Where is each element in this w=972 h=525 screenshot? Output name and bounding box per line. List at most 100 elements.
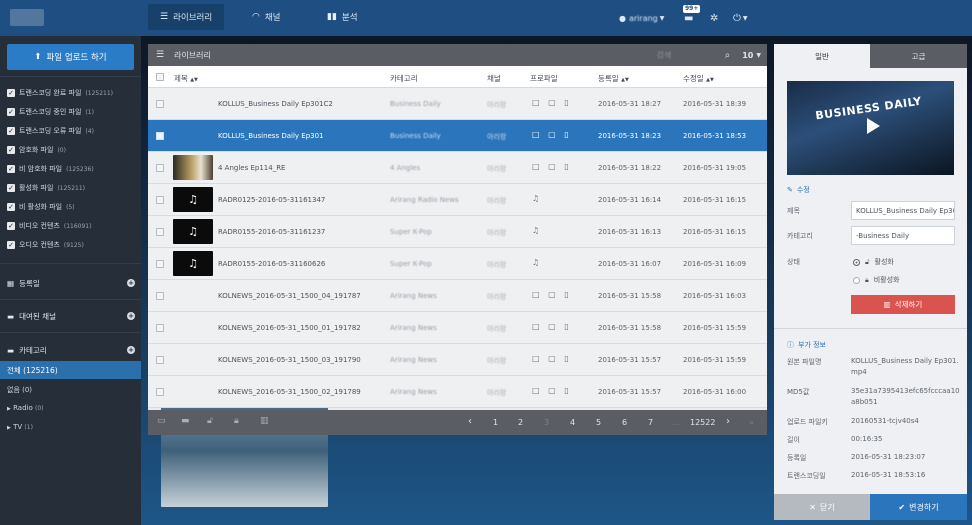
expand-icon[interactable]: +: [127, 279, 135, 287]
page-3[interactable]: 3: [544, 418, 549, 427]
upload-button[interactable]: ⬆ 파일 업로드 하기: [7, 44, 134, 70]
row-title[interactable]: RADR0125-2016-05-31161347: [218, 196, 325, 204]
inbox-icon[interactable]: ▭: [157, 416, 166, 426]
list-icon[interactable]: ☰: [156, 50, 164, 60]
row-title[interactable]: RADR0155-2016-05-31161237: [218, 228, 325, 236]
checkbox-checked[interactable]: ✓: [7, 203, 15, 211]
row-title[interactable]: KOLNEWS_2016-05-31_1500_03_191790: [218, 356, 361, 364]
table-row[interactable]: 4 Angles Ep114_RE 4 Angles 아리랑 □ ▢ ▯ 2016-05…: [148, 152, 767, 184]
radio-unselected[interactable]: [853, 276, 860, 284]
save-button[interactable]: ✔ 변경하기: [870, 494, 967, 520]
row-checkbox[interactable]: [156, 196, 164, 204]
trash-icon[interactable]: ▥: [260, 416, 269, 426]
checkbox-checked[interactable]: ✓: [7, 165, 15, 173]
delete-button[interactable]: ▥ 삭제하기: [851, 295, 955, 314]
category-all[interactable]: 전체 (125216): [0, 361, 141, 379]
section-registration[interactable]: ▦ 등록일 +: [7, 276, 135, 290]
filter-transcode-error[interactable]: ✓ 트랜스코딩 오류 파일 (4): [7, 125, 94, 137]
row-checkbox[interactable]: [156, 228, 164, 236]
category-tv[interactable]: ▶ TV (1): [7, 423, 33, 431]
row-title[interactable]: KOLNEWS_2016-05-31_1500_04_191787: [218, 292, 361, 300]
table-row[interactable]: KOLNEWS_2016-05-31_1500_02_191789 Arirang…: [148, 376, 767, 507]
checkbox-checked[interactable]: ✓: [7, 89, 15, 97]
filter-inactive[interactable]: ✓ 비 활성화 파일 (5): [7, 201, 75, 213]
status-active-radio[interactable]: 🔓︎ 활성화: [853, 257, 894, 267]
row-checkbox[interactable]: [156, 356, 164, 364]
brand-logo[interactable]: [10, 9, 44, 26]
caret-right-icon[interactable]: ▶: [7, 425, 11, 431]
row-checkbox[interactable]: [156, 132, 164, 140]
table-row[interactable]: KOLLUS_Business Daily Ep301C2 Business Da…: [148, 88, 767, 219]
page-size-select[interactable]: 10: [742, 51, 753, 60]
search-input[interactable]: 검색: [657, 50, 717, 61]
section-category[interactable]: ▬ 카테고리 +: [7, 343, 135, 357]
last-page-icon[interactable]: »: [749, 418, 754, 427]
checkbox-checked[interactable]: ✓: [7, 222, 15, 230]
prev-page-icon[interactable]: ‹: [468, 416, 472, 427]
status-inactive-radio[interactable]: 🔒︎ 비활성화: [853, 275, 900, 285]
title-field[interactable]: KOLLUS_Business Daily Ep301: [851, 201, 955, 220]
checkbox-checked[interactable]: ✓: [7, 146, 15, 154]
row-title[interactable]: KOLLUS_Business Daily Ep301C2: [218, 100, 333, 108]
tab-library[interactable]: ☰ 라이브러리: [148, 4, 225, 30]
col-modified[interactable]: 수정일 ▲▼: [683, 73, 714, 84]
lock-icon[interactable]: 🔒︎: [234, 416, 239, 426]
table-row[interactable]: ♫ RADR0125-2016-05-31161347 Arirang Radio …: [148, 184, 767, 216]
checkbox-checked[interactable]: ✓: [7, 184, 15, 192]
checkbox-checked[interactable]: ✓: [7, 108, 15, 116]
chevron-down-icon[interactable]: ▼: [756, 52, 761, 59]
table-row[interactable]: KOLLUS_Business Daily Ep301 Business Dail…: [148, 120, 767, 251]
page-5[interactable]: 5: [596, 418, 601, 427]
section-connected-channel[interactable]: ▬ 대여된 채널 +: [7, 309, 135, 323]
radio-selected[interactable]: [853, 258, 860, 266]
filter-active[interactable]: ✓ 활성화 파일 (125211): [7, 182, 85, 194]
row-title[interactable]: KOLNEWS_2016-05-31_1500_02_191789: [218, 388, 361, 396]
next-page-icon[interactable]: ›: [726, 416, 730, 427]
category-none[interactable]: 없음 (0): [7, 385, 32, 395]
table-row[interactable]: KOLNEWS_2016-05-31_1500_01_191782 Arirang…: [148, 312, 767, 443]
page-1[interactable]: 1: [493, 418, 498, 427]
row-checkbox[interactable]: [156, 100, 164, 108]
user-menu[interactable]: ● arirang ▼: [619, 0, 664, 36]
filter-transcoded[interactable]: ✓ 트랜스코딩 완료 파일 (125211): [7, 87, 113, 99]
filter-audio[interactable]: ✓ 오디오 컨텐츠 (9125): [7, 239, 84, 251]
row-title[interactable]: KOLNEWS_2016-05-31_1500_01_191782: [218, 324, 361, 332]
page-7[interactable]: 7: [648, 418, 653, 427]
settings-button[interactable]: ✲: [710, 0, 718, 36]
play-icon[interactable]: [867, 118, 880, 134]
filter-encrypted[interactable]: ✓ 암호화 파일 (0): [7, 144, 66, 156]
add-icon[interactable]: +: [127, 346, 135, 354]
row-checkbox[interactable]: [156, 164, 164, 172]
filter-transcoding[interactable]: ✓ 트랜스코딩 중인 파일 (1): [7, 106, 94, 118]
tab-advanced[interactable]: 고급: [870, 44, 967, 68]
page-4[interactable]: 4: [570, 418, 575, 427]
power-menu[interactable]: ⏻ ▼: [733, 0, 748, 36]
search-icon[interactable]: ⌕: [725, 50, 731, 61]
table-row[interactable]: KOLNEWS_2016-05-31_1500_03_191790 Arirang…: [148, 344, 767, 475]
table-row[interactable]: KOLNEWS_2016-05-31_1500_04_191787 Arirang…: [148, 280, 767, 411]
page-2[interactable]: 2: [518, 418, 523, 427]
caret-right-icon[interactable]: ▶: [7, 406, 11, 412]
category-field[interactable]: -Business Daily: [851, 226, 955, 245]
row-title[interactable]: KOLLUS_Business Daily Ep301: [218, 132, 324, 140]
tab-general[interactable]: 일반: [774, 44, 870, 68]
folder-icon[interactable]: ▬: [181, 416, 190, 426]
filter-unencrypted[interactable]: ✓ 비 암호화 파일 (125236): [7, 163, 94, 175]
close-button[interactable]: ✕ 닫기: [774, 494, 870, 520]
checkbox-checked[interactable]: ✓: [7, 127, 15, 135]
col-title[interactable]: 제목 ▲▼: [174, 73, 198, 84]
expand-icon[interactable]: +: [127, 312, 135, 320]
page-6[interactable]: 6: [622, 418, 627, 427]
page-last[interactable]: 12522: [690, 418, 715, 427]
tab-channel[interactable]: ◠ 채널: [240, 4, 293, 30]
select-all-checkbox[interactable]: [156, 73, 164, 81]
row-checkbox[interactable]: [156, 324, 164, 332]
category-radio[interactable]: ▶ Radio (0): [7, 404, 44, 412]
row-title[interactable]: RADR0155-2016-05-31160626: [218, 260, 325, 268]
row-title[interactable]: 4 Angles Ep114_RE: [218, 164, 285, 172]
unlock-icon[interactable]: 🔓︎: [207, 416, 213, 426]
checkbox-checked[interactable]: ✓: [7, 241, 15, 249]
table-row[interactable]: ♫ RADR0155-2016-05-31161237 Super K-Pop 아리랑…: [148, 216, 767, 248]
row-checkbox[interactable]: [156, 292, 164, 300]
col-registered[interactable]: 등록일 ▲▼: [598, 73, 629, 84]
